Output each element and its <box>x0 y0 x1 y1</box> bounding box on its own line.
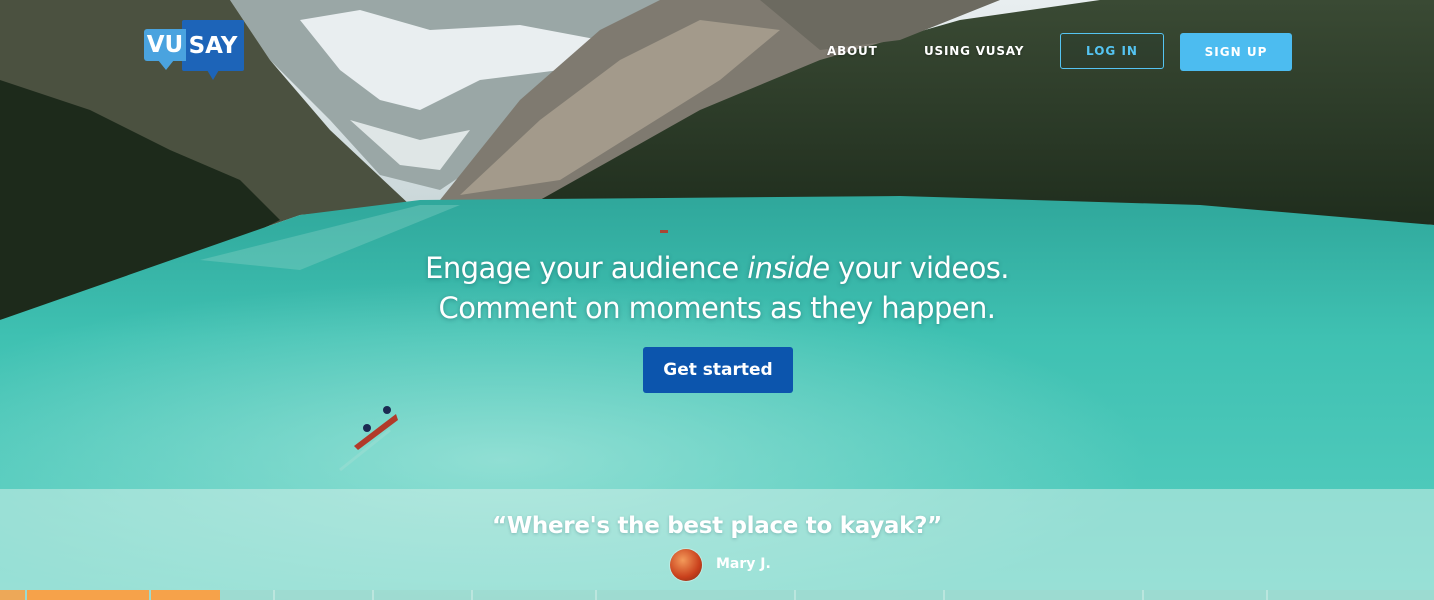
testimonial-quote: “Where's the best place to kayak?” <box>492 513 942 539</box>
logo-vu-bubble: VU <box>144 29 186 61</box>
logo-tail-icon <box>158 60 174 70</box>
timeline-segment-0 <box>0 590 25 600</box>
hero-line1-suffix: your videos. <box>829 251 1009 285</box>
hero-line1-emphasis: inside <box>747 251 830 285</box>
logo-text-say: SAY <box>188 32 238 59</box>
get-started-button[interactable]: Get started <box>643 347 793 393</box>
nav-about-link[interactable]: ABOUT <box>827 44 878 58</box>
user-avatar-icon <box>670 549 702 581</box>
hero-headline-line2: Comment on moments as they happen. <box>438 291 996 325</box>
logo-tail-icon <box>207 70 219 80</box>
hero-headline-line1: Engage your audience inside your videos. <box>0 251 1434 285</box>
vusay-logo[interactable]: SAY VU <box>144 20 248 82</box>
hero-line1-prefix: Engage your audience <box>425 251 748 285</box>
video-timeline[interactable] <box>0 590 1434 600</box>
testimonial-band <box>0 489 1434 600</box>
logo-text-vu: VU <box>146 32 184 58</box>
timeline-segment-1 <box>27 590 149 600</box>
logo-say-bubble: SAY <box>182 20 244 71</box>
nav-using-vusay-link[interactable]: USING VUSAY <box>924 44 1024 58</box>
signup-button[interactable]: SIGN UP <box>1180 33 1292 71</box>
timeline-segment-2 <box>151 590 220 600</box>
testimonial-author: Mary J. <box>716 556 771 572</box>
login-button[interactable]: LOG IN <box>1060 33 1164 69</box>
